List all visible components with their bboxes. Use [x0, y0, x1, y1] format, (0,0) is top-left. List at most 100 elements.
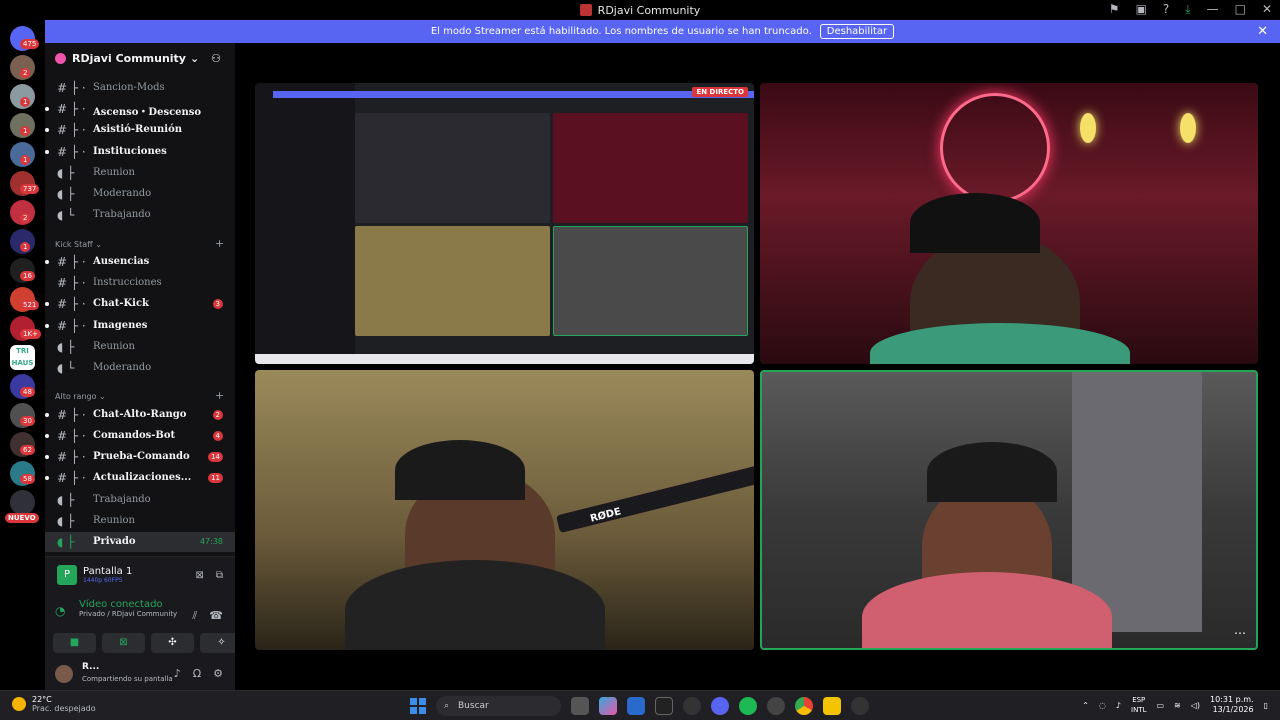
disable-streamer-button[interactable]: Deshabilitar — [819, 24, 895, 39]
voice-channel-item[interactable]: ◖ └ Moderando — [45, 358, 235, 378]
guild-badge: 475 — [20, 39, 40, 49]
text-channel-icon: # ├ · — [57, 276, 86, 290]
voice-channel-item[interactable]: ◖ ├ Moderando — [45, 184, 235, 204]
chrome-icon[interactable] — [795, 697, 813, 715]
copilot-icon[interactable] — [599, 697, 617, 715]
neon-banana — [1080, 113, 1096, 143]
keyboard-layout: INTL — [1131, 706, 1147, 714]
language-indicator[interactable]: ESP INTL — [1131, 695, 1146, 715]
channel-name: Trabajando — [93, 209, 151, 220]
screen-share-title: Pantalla 1 — [83, 566, 133, 577]
participant-video-tile[interactable] — [760, 83, 1258, 364]
file-explorer-icon[interactable] — [823, 697, 841, 715]
voice-channel-item[interactable]: ◖ ├ Reunion — [45, 163, 235, 183]
spotify-icon[interactable] — [739, 697, 757, 715]
server-name: RDjavi Community — [72, 51, 186, 65]
participant-video-tile[interactable]: RØDE — [255, 370, 754, 650]
server-list: 475 2 1 1 1 737 2 1 16 521 1K+ TRI HAUS … — [0, 20, 45, 690]
text-channel-icon: # ├ · — [57, 123, 86, 137]
channel-item[interactable]: # ├ · Instrucciones — [45, 273, 235, 293]
weather-widget[interactable]: 22°C Prac. despejado — [12, 695, 96, 713]
channel-item[interactable]: # ├ · Chat-Alto-Rango 2 — [45, 405, 235, 425]
app-icon[interactable] — [767, 697, 785, 715]
network-icon[interactable]: ◌ — [1099, 701, 1106, 710]
noise-suppression-icon[interactable]: ⫽ — [192, 609, 197, 623]
tray-overflow-icon[interactable]: ⌃ — [1082, 701, 1089, 710]
invite-icon[interactable]: ⚇ — [211, 52, 221, 65]
volume-icon[interactable]: ◁) — [1191, 701, 1200, 710]
download-icon[interactable]: ⤓ — [1185, 2, 1190, 17]
stop-share-icon[interactable]: ⊠ — [195, 570, 203, 581]
task-view-icon[interactable] — [571, 697, 589, 715]
voice-channel-item[interactable]: ◖ ├ Trabajando — [45, 490, 235, 510]
channel-item[interactable]: # ├ · Comandos-Bot 4 — [45, 426, 235, 446]
window-title: RDjavi Community — [597, 3, 701, 17]
channel-name: Reunion — [93, 515, 135, 526]
channel-item[interactable]: # ├ · Sancion-Mods — [45, 78, 235, 98]
screen-icon[interactable]: ▣ — [1136, 2, 1147, 17]
guild-badge: 1K+ — [20, 329, 41, 339]
add-channel-icon[interactable]: + — [215, 389, 224, 402]
channel-item[interactable]: # ├ · Asistió-Reunión — [45, 120, 235, 140]
voice-channel-item-active[interactable]: ◖ ├ Privado 47:38 — [45, 532, 235, 552]
screen-share-tile[interactable]: EN DIRECTO — [255, 83, 754, 364]
participant-video-tile-speaking[interactable]: ⋯ — [760, 370, 1258, 650]
unread-dot — [45, 302, 49, 306]
more-options-icon[interactable]: ⋯ — [1234, 626, 1246, 640]
terminal-icon[interactable] — [655, 697, 673, 715]
voice-channel-item[interactable]: ◖ └ Trabajando — [45, 205, 235, 225]
channel-item[interactable]: # ├ · Actualizaciones... 11 — [45, 468, 235, 488]
server-icon[interactable] — [10, 490, 35, 515]
help-icon[interactable]: ? — [1163, 2, 1169, 17]
obs-icon[interactable] — [683, 697, 701, 715]
disconnect-icon[interactable]: ☎ — [209, 609, 223, 623]
windows-start-icon[interactable] — [410, 698, 426, 714]
channel-item[interactable]: # ├ · Imagenes — [45, 316, 235, 336]
display-icon[interactable]: ▭ — [1156, 701, 1164, 710]
headphones-icon[interactable]: Ω — [193, 667, 201, 680]
avatar[interactable] — [55, 665, 73, 683]
streamer-mode-banner: El modo Streamer está habilitado. Los no… — [45, 20, 1280, 43]
video-stage: EN DIRECTO RØDE ⋯ — [235, 43, 1280, 690]
inbox-icon[interactable]: ⚑ — [1109, 2, 1120, 17]
taskbar-search[interactable]: ⌕ Buscar — [436, 696, 561, 716]
popout-icon[interactable]: ⧉ — [216, 570, 223, 581]
microphone-tray-icon[interactable]: ♪ — [1116, 701, 1121, 710]
add-channel-icon[interactable]: + — [215, 237, 224, 250]
channel-name: Chat-Alto-Rango — [93, 409, 187, 420]
username[interactable]: R... — [82, 662, 99, 672]
discord-icon[interactable] — [711, 697, 729, 715]
clock[interactable]: 10:31 p.m. 13/1/2026 — [1210, 695, 1254, 715]
app-logo-icon — [579, 4, 592, 16]
mini-sidebar-preview — [255, 83, 355, 364]
category-kick-staff[interactable]: Kick Staff ⌄ + — [55, 237, 224, 250]
channel-item[interactable]: # ├ · Ascenso・Descenso — [45, 99, 235, 119]
screen-share-button[interactable]: ⊠ — [102, 633, 145, 653]
media-player-icon[interactable] — [851, 697, 869, 715]
close-icon[interactable]: ✕ — [1257, 24, 1268, 39]
server-header[interactable]: RDjavi Community ⌄ ⚇ — [45, 43, 235, 73]
maximize-button[interactable]: □ — [1235, 2, 1246, 17]
titlebar-actions: ⚑ ▣ ? ⤓ — □ ✕ — [1109, 2, 1272, 17]
settings-gear-icon[interactable]: ⚙ — [213, 667, 223, 680]
voice-channel-icon: ◖ └ — [57, 208, 75, 222]
notifications-icon[interactable]: ▯ — [1264, 701, 1268, 710]
close-button[interactable]: ✕ — [1262, 2, 1272, 17]
channel-item[interactable]: # ├ · Prueba-Comando 14 — [45, 447, 235, 467]
activities-button[interactable]: ✣ — [151, 633, 194, 653]
wifi-icon[interactable]: ≋ — [1174, 701, 1181, 710]
channel-item[interactable]: # ├ · Instituciones — [45, 142, 235, 162]
text-channel-icon: # ├ · — [57, 471, 86, 485]
voice-channel-item[interactable]: ◖ ├ Reunion — [45, 511, 235, 531]
minimize-button[interactable]: — — [1207, 2, 1219, 17]
tri-haus-server-icon[interactable]: TRI HAUS — [10, 345, 35, 370]
category-alto-rango[interactable]: Alto rango ⌄ + — [55, 389, 224, 402]
microphone-icon[interactable]: ♪ — [174, 667, 181, 680]
store-icon[interactable] — [627, 697, 645, 715]
channel-item[interactable]: # ├ · Ausencias — [45, 252, 235, 272]
channel-item[interactable]: # ├ · Chat-Kick 3 — [45, 294, 235, 314]
voice-channel-item[interactable]: ◖ ├ Reunion — [45, 337, 235, 357]
guild-badge: 58 — [20, 474, 35, 484]
category-label: Kick Staff — [55, 240, 93, 249]
camera-button[interactable]: ■ — [53, 633, 96, 653]
